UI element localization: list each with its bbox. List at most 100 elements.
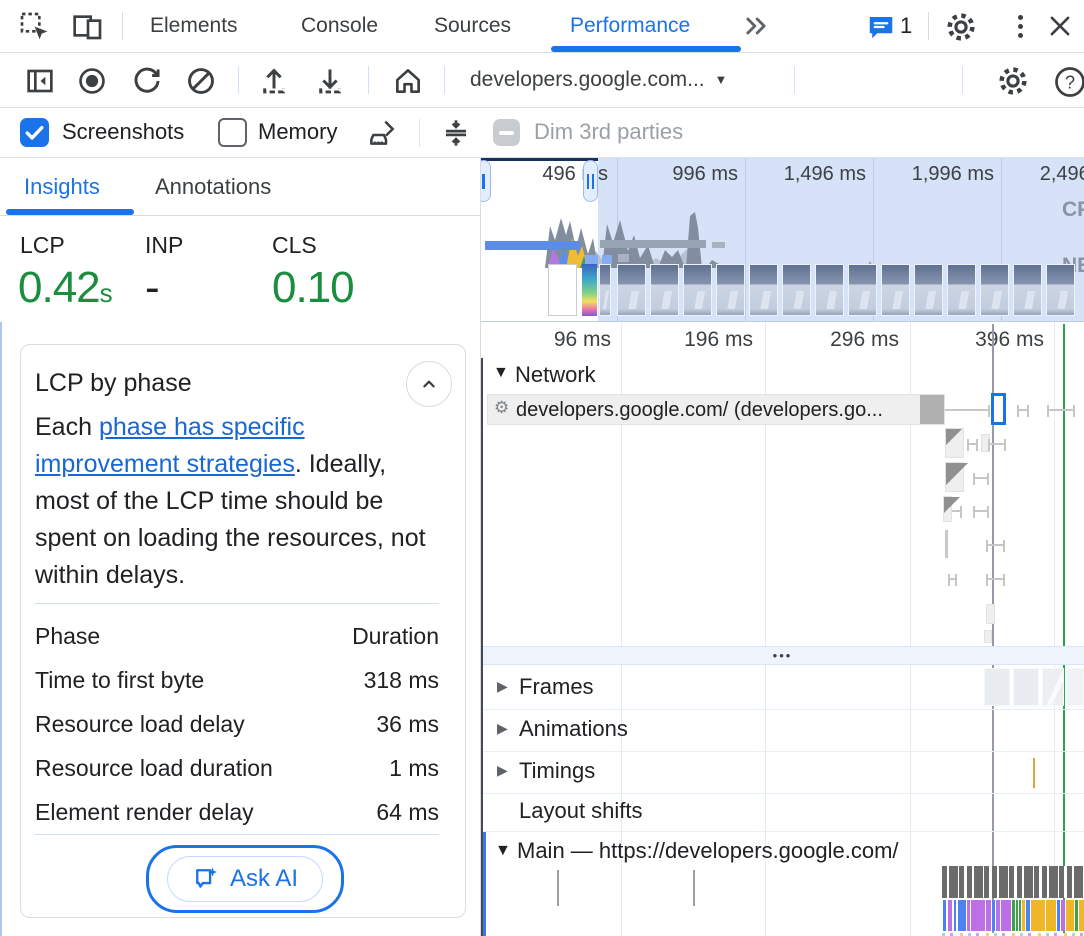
network-request-bar[interactable] [984, 630, 992, 643]
network-request-bar[interactable]: ⚙ developers.google.com/ (developers.go.… [487, 394, 945, 425]
metrics-summary: LCP 0.42s INP - CLS 0.10 [0, 215, 480, 365]
selected-request-outline[interactable] [991, 393, 1006, 425]
frame-thumbnail[interactable] [1042, 668, 1064, 706]
tab-elements[interactable]: Elements [150, 0, 238, 52]
svg-text:?: ? [1065, 73, 1075, 93]
toggle-sidebar-icon[interactable] [24, 65, 56, 97]
inp-value[interactable]: - [145, 263, 159, 313]
filmstrip-frame[interactable] [599, 264, 611, 316]
more-tabs-icon[interactable] [742, 14, 770, 38]
record-icon[interactable] [76, 65, 108, 97]
reload-and-record-icon[interactable] [131, 65, 163, 97]
filmstrip-frame[interactable] [1046, 264, 1075, 316]
window-right-handle[interactable] [583, 160, 598, 202]
track-resize-handle[interactable]: ••• [481, 646, 1084, 665]
cls-value[interactable]: 0.10 [272, 263, 354, 313]
settings-gear-icon[interactable] [944, 10, 978, 44]
collapse-tracks-icon[interactable] [440, 117, 472, 149]
frame-thumbnail[interactable] [984, 668, 1010, 706]
filmstrip-frame-blank[interactable] [548, 264, 577, 316]
filmstrip-frame[interactable] [617, 264, 646, 316]
divider [238, 66, 239, 94]
timings-expander-icon[interactable]: ▶ [497, 762, 508, 779]
overview-tick: 1,996 ms [912, 163, 994, 186]
main-flame-chart-top-row[interactable] [942, 866, 1084, 898]
filmstrip-frame[interactable] [947, 264, 976, 316]
dim-third-parties-label: Dim 3rd parties [534, 119, 683, 145]
lcp-by-phase-card: LCP by phase Each phase has specific imp… [20, 344, 466, 918]
page-select-dropdown[interactable]: developers.google.com... ▼ [470, 68, 727, 92]
selection-window-top-border [481, 158, 598, 161]
frame-thumbnail[interactable] [1013, 668, 1039, 706]
performance-toolbar: developers.google.com... ▼ ? [0, 53, 1084, 108]
filmstrip-frame[interactable] [650, 264, 679, 316]
request-label: developers.google.com/ (developers.go... [516, 399, 883, 422]
filmstrip-frame-loading[interactable] [582, 264, 597, 316]
more-options-icon[interactable] [1006, 12, 1034, 40]
network-track-label[interactable]: Network [515, 362, 596, 388]
filmstrip-frame[interactable] [881, 264, 910, 316]
toggle-device-toolbar-icon[interactable] [72, 10, 104, 42]
animations-expander-icon[interactable]: ▶ [497, 720, 508, 737]
network-request-bar[interactable] [945, 462, 964, 492]
main-flame-chart-categories-row[interactable] [942, 900, 1084, 931]
frame-thumbnail[interactable] [1066, 668, 1084, 706]
layout-shifts-track-label[interactable]: Layout shifts [519, 798, 643, 824]
dim-third-parties-checkbox[interactable] [493, 119, 520, 146]
upload-profile-icon[interactable] [258, 65, 290, 97]
filmstrip-frame[interactable] [980, 264, 1009, 316]
collapse-card-button[interactable] [406, 361, 452, 407]
help-icon[interactable]: ? [1052, 64, 1084, 100]
tab-performance[interactable]: Performance [570, 0, 690, 52]
network-request-bar[interactable] [945, 428, 964, 458]
tab-annotations[interactable]: Annotations [155, 174, 271, 200]
card-divider [35, 603, 439, 604]
filmstrip-frame[interactable] [815, 264, 844, 316]
timeline-main-view[interactable]: 96 ms 196 ms 296 ms 396 ms ▼ Network ⚙ d… [481, 322, 1084, 936]
frames-expander-icon[interactable]: ▶ [497, 678, 508, 695]
ask-ai-focus-ring: Ask AI [146, 845, 344, 913]
lcp-value[interactable]: 0.42s [18, 263, 112, 313]
cls-label: CLS [272, 232, 317, 259]
window-left-handle[interactable] [481, 160, 491, 202]
tab-insights[interactable]: Insights [24, 174, 100, 200]
download-profile-icon[interactable] [314, 65, 346, 97]
network-request-bar[interactable] [986, 604, 995, 624]
ask-ai-button[interactable]: Ask AI [167, 856, 323, 902]
filmstrip-frame[interactable] [848, 264, 877, 316]
home-icon[interactable] [392, 65, 424, 97]
ruler-tick: 96 ms [554, 328, 611, 352]
frames-track-label[interactable]: Frames [519, 674, 594, 700]
filmstrip-frame[interactable] [749, 264, 778, 316]
ask-ai-spark-icon [192, 865, 220, 893]
tab-sources[interactable]: Sources [434, 0, 511, 52]
timings-marker[interactable] [1033, 758, 1035, 788]
clear-icon[interactable] [185, 65, 217, 97]
tab-console[interactable]: Console [301, 0, 378, 52]
close-devtools-icon[interactable] [1046, 12, 1074, 40]
inspect-element-icon[interactable] [18, 10, 50, 42]
memory-checkbox[interactable] [218, 118, 247, 147]
filmstrip-frame[interactable] [683, 264, 712, 316]
network-request-bar[interactable] [945, 530, 948, 558]
filmstrip-frame[interactable] [1013, 264, 1042, 316]
screenshots-checkbox[interactable] [20, 118, 49, 147]
filmstrip-frame[interactable] [782, 264, 811, 316]
request-whisker [967, 443, 978, 445]
filmstrip-frame[interactable] [716, 264, 745, 316]
phase-column-header: Phase [35, 623, 100, 650]
issues-message-icon[interactable] [866, 12, 896, 42]
capture-settings-gear-icon[interactable] [996, 64, 1030, 98]
network-collapse-icon[interactable]: ▼ [493, 364, 509, 382]
garbage-collect-icon[interactable] [366, 117, 398, 149]
main-track-label[interactable]: Main — https://developers.google.com/ [517, 838, 899, 864]
issues-count-badge[interactable]: 1 [900, 13, 912, 39]
network-overview-bar [618, 254, 629, 262]
timings-track-label[interactable]: Timings [519, 758, 595, 784]
main-collapse-icon[interactable]: ▼ [495, 842, 511, 860]
card-title: LCP by phase [35, 369, 192, 398]
timeline-overview[interactable]: 496 ms 996 ms 1,496 ms 1,996 ms 2,496 ms… [481, 158, 1084, 322]
network-request-bar[interactable] [943, 496, 952, 522]
filmstrip-frame[interactable] [914, 264, 943, 316]
animations-track-label[interactable]: Animations [519, 716, 628, 742]
